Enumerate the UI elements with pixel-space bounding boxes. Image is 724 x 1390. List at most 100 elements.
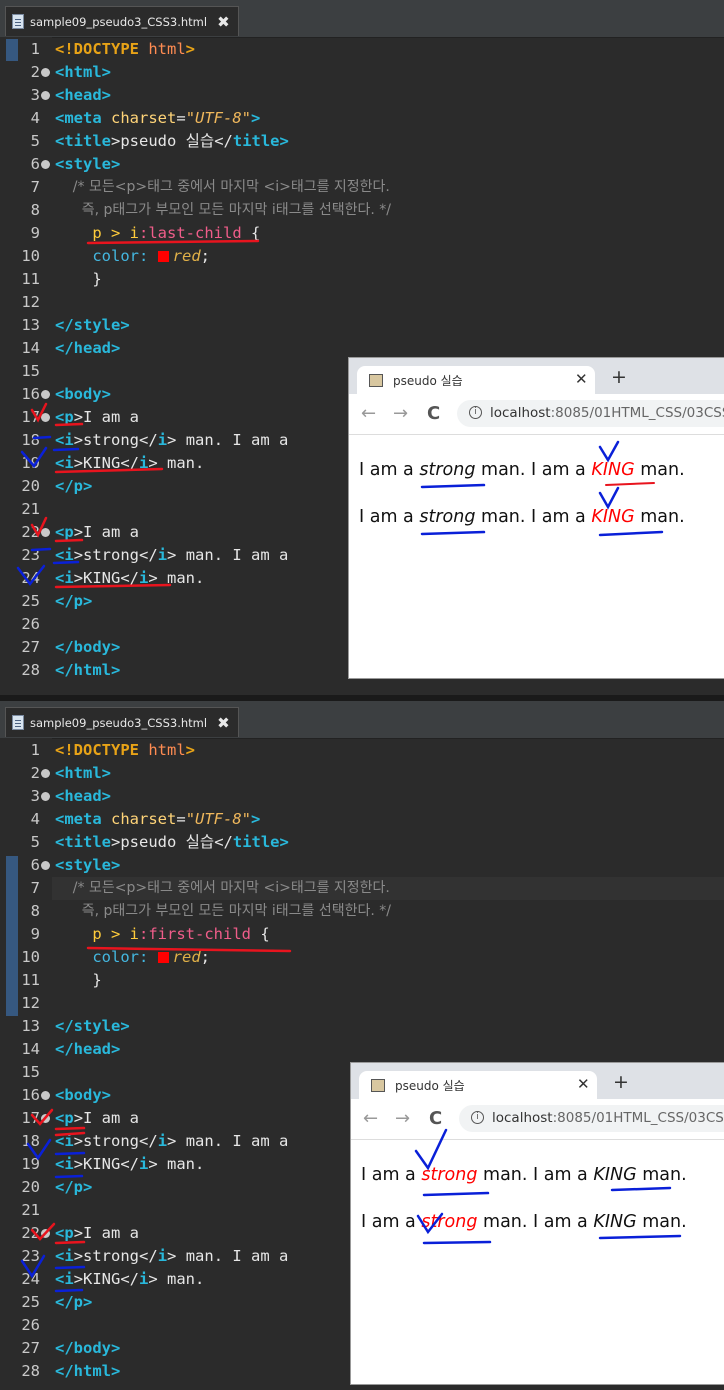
tab-filename: sample09_pseudo3_CSS3.html — [30, 14, 208, 29]
fold-icon[interactable] — [41, 1091, 50, 1100]
browser-tab-strip: pseudo 실습 ✕ + — [351, 1063, 724, 1099]
code-text: <i>strong</i> man. I am a — [55, 431, 289, 449]
code-line: 7 /* 모든<p>태그 중에서 마지막 <i>태그를 지정한다. — [0, 877, 724, 900]
reload-icon[interactable]: C — [429, 1108, 442, 1129]
code-text: <body> — [55, 385, 112, 403]
close-tab-icon[interactable]: ✖ — [217, 714, 230, 732]
code-text: </head> — [55, 339, 121, 357]
code-line: 4 <meta charset="UTF-8"> — [0, 107, 724, 130]
line-number: 11 — [21, 270, 40, 288]
code-text: <i>KING</i> man. — [55, 1270, 205, 1288]
code-text: /* 모든<p>태그 중에서 마지막 <i>태그를 지정한다. — [55, 880, 390, 896]
line-number: 15 — [21, 362, 40, 380]
line-number: 13 — [21, 316, 40, 334]
paragraph: I am a strong man. I am a KING man. — [361, 1165, 687, 1185]
fold-icon[interactable] — [41, 91, 50, 100]
page-content: I am a strong man. I am a KING man. I am… — [349, 435, 724, 678]
line-number: 12 — [21, 994, 40, 1012]
fold-icon[interactable] — [41, 1229, 50, 1238]
fold-icon[interactable] — [41, 160, 50, 169]
fold-icon[interactable] — [41, 792, 50, 801]
fold-icon[interactable] — [41, 68, 50, 77]
code-line: 10 color: red; — [0, 946, 724, 969]
line-number: 9 — [30, 224, 40, 242]
line-number: 5 — [30, 833, 40, 851]
close-icon[interactable]: ✕ — [575, 370, 588, 388]
url-host: localhost — [492, 1110, 553, 1126]
code-text: <p>I am a — [55, 408, 140, 426]
line-number: 26 — [21, 1316, 40, 1334]
code-text: <i>strong</i> man. I am a — [55, 1132, 289, 1150]
new-tab-button[interactable]: + — [613, 1071, 629, 1093]
editor-panel-last-child: sample09_pseudo3_CSS3.html ✖ 1 <!DOCTYPE … — [0, 0, 724, 695]
code-text: <title>pseudo 실습</title> — [55, 132, 289, 150]
tab-filename: sample09_pseudo3_CSS3.html — [30, 715, 208, 730]
fold-icon[interactable] — [41, 413, 50, 422]
url-path: :8085/01HTML_CSS/03CSS/s — [552, 1110, 724, 1126]
code-text: <html> — [55, 63, 112, 81]
favicon-icon — [369, 374, 383, 387]
line-number: 16 — [21, 385, 40, 403]
line-number: 7 — [30, 879, 40, 897]
code-line: 12 — [0, 291, 724, 314]
browser-tab[interactable]: pseudo 실습 ✕ — [357, 366, 595, 394]
code-line: 7 /* 모든<p>태그 중에서 마지막 <i>태그를 지정한다. — [0, 176, 724, 199]
code-text: <i>KING</i> man. — [55, 569, 205, 587]
line-number: 22 — [21, 523, 40, 541]
close-icon[interactable]: ✕ — [577, 1075, 590, 1093]
browser-tab[interactable]: pseudo 실습 ✕ — [359, 1071, 597, 1099]
fold-icon[interactable] — [41, 861, 50, 870]
back-icon[interactable]: ← — [361, 403, 376, 424]
line-number: 20 — [21, 477, 40, 495]
line-number: 23 — [21, 546, 40, 564]
reload-icon[interactable]: C — [427, 403, 440, 424]
forward-icon[interactable]: → — [395, 1108, 410, 1129]
code-text: p > i:last-child { — [55, 224, 261, 242]
editor-tab-bar: sample09_pseudo3_CSS3.html ✖ — [0, 0, 724, 38]
code-line: 5 <title>pseudo 실습</title> — [0, 130, 724, 153]
code-line: 11 } — [0, 969, 724, 992]
code-line: 10 color: red; — [0, 245, 724, 268]
favicon-icon — [371, 1079, 385, 1092]
code-text: <p>I am a — [55, 523, 140, 541]
back-icon[interactable]: ← — [363, 1108, 378, 1129]
line-number: 2 — [30, 764, 40, 782]
line-number: 4 — [30, 109, 40, 127]
line-number: 28 — [21, 1362, 40, 1380]
address-bar[interactable]: i localhost:8085/01HTML_CSS/03CSS/s — [459, 1105, 724, 1132]
line-number: 1 — [30, 741, 40, 759]
line-number: 3 — [30, 86, 40, 104]
line-number: 24 — [21, 569, 40, 587]
editor-tab[interactable]: sample09_pseudo3_CSS3.html ✖ — [5, 6, 239, 36]
line-number: 14 — [21, 339, 40, 357]
code-line: 3 <head> — [0, 785, 724, 808]
close-tab-icon[interactable]: ✖ — [217, 13, 230, 31]
info-icon[interactable]: i — [471, 1111, 484, 1124]
code-text: </body> — [55, 1339, 121, 1357]
fold-icon[interactable] — [41, 390, 50, 399]
line-number: 11 — [21, 971, 40, 989]
fold-icon[interactable] — [41, 528, 50, 537]
code-line: 3 <head> — [0, 84, 724, 107]
code-line: 2 <html> — [0, 61, 724, 84]
code-text: </style> — [55, 1017, 130, 1035]
code-text: </html> — [55, 661, 121, 679]
line-number: 6 — [30, 856, 40, 874]
code-text: </style> — [55, 316, 130, 334]
forward-icon[interactable]: → — [393, 403, 408, 424]
info-icon[interactable]: i — [469, 406, 482, 419]
paragraph: I am a strong man. I am a KING man. — [359, 507, 685, 527]
editor-tab[interactable]: sample09_pseudo3_CSS3.html ✖ — [5, 707, 239, 737]
address-bar[interactable]: i localhost:8085/01HTML_CSS/03CSS/s — [457, 400, 724, 427]
fold-icon[interactable] — [41, 1114, 50, 1123]
line-number: 23 — [21, 1247, 40, 1265]
line-number: 16 — [21, 1086, 40, 1104]
line-number: 21 — [21, 500, 40, 518]
code-line: 8 즉, p태그가 부모인 모든 마지막 i태그를 선택한다. */ — [0, 199, 724, 222]
paragraph: I am a strong man. I am a KING man. — [359, 460, 685, 480]
browser-window: pseudo 실습 ✕ + ← → C i localhost:8085/01H… — [348, 357, 724, 679]
new-tab-button[interactable]: + — [611, 366, 627, 388]
fold-icon[interactable] — [41, 769, 50, 778]
line-number: 27 — [21, 1339, 40, 1357]
code-text: } — [55, 270, 102, 288]
